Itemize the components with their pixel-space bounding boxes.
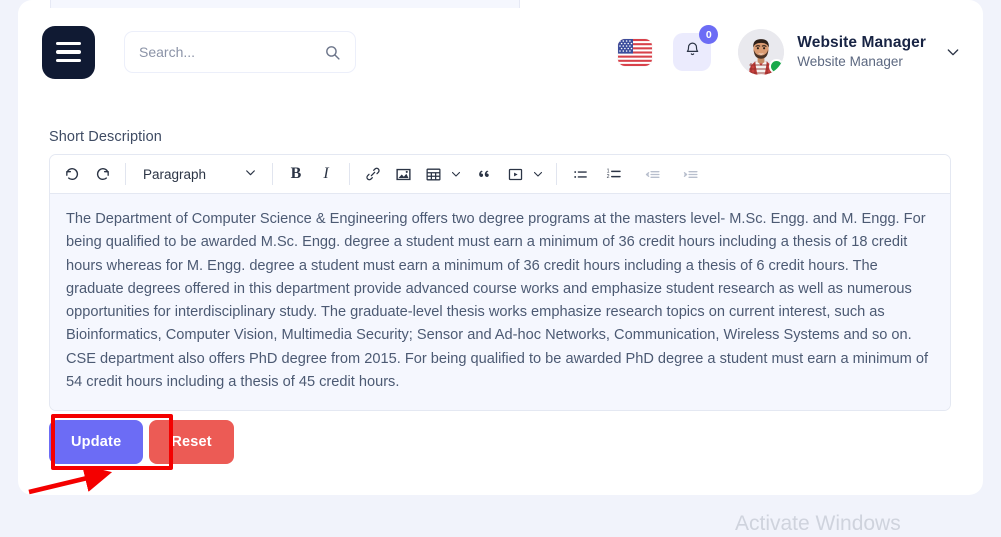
hamburger-menu-icon[interactable] bbox=[42, 25, 95, 79]
media-chevron-down-icon[interactable] bbox=[529, 160, 547, 188]
media-icon[interactable] bbox=[501, 160, 529, 188]
update-button[interactable]: Update bbox=[49, 420, 144, 464]
table-control bbox=[419, 160, 465, 188]
media-control bbox=[501, 160, 547, 188]
blockquote-icon[interactable] bbox=[471, 160, 499, 188]
toolbar-divider-1 bbox=[125, 163, 126, 185]
search-box[interactable] bbox=[124, 31, 356, 73]
increase-indent-icon[interactable] bbox=[676, 160, 704, 188]
editor-toolbar: Paragraph B I 1 2 bbox=[50, 155, 950, 194]
svg-text:2: 2 bbox=[607, 174, 610, 180]
user-profile-menu[interactable]: Website Manager Website Manager bbox=[738, 29, 961, 75]
search-icon[interactable] bbox=[324, 44, 341, 61]
online-status-dot bbox=[769, 59, 785, 74]
italic-icon[interactable]: I bbox=[312, 160, 340, 188]
short-description-editor: Paragraph B I 1 2 The Department of Comp… bbox=[49, 154, 951, 412]
table-icon[interactable] bbox=[419, 160, 447, 188]
activate-windows-watermark: Activate Windows bbox=[735, 512, 901, 535]
search-input[interactable] bbox=[139, 44, 324, 60]
bold-icon[interactable]: B bbox=[282, 160, 310, 188]
chevron-down-icon[interactable] bbox=[945, 44, 961, 60]
bold-glyph: B bbox=[290, 165, 302, 182]
editor-paragraph: The Department of Computer Science & Eng… bbox=[66, 211, 929, 391]
avatar bbox=[738, 29, 785, 75]
form-actions: Update Reset bbox=[49, 420, 234, 464]
block-format-select[interactable]: Paragraph bbox=[135, 160, 263, 188]
reset-button[interactable]: Reset bbox=[149, 420, 234, 464]
top-header-bar: 0 bbox=[18, 8, 983, 96]
undo-icon[interactable] bbox=[58, 160, 86, 188]
user-role: Website Manager bbox=[797, 54, 903, 70]
app-page: Short Description Paragraph B I 1 2 The … bbox=[0, 0, 1001, 537]
image-icon[interactable] bbox=[389, 160, 417, 188]
toolbar-divider-4 bbox=[556, 163, 557, 185]
notifications-button[interactable]: 0 bbox=[673, 25, 719, 71]
chevron-down-icon bbox=[244, 166, 257, 182]
user-name: Website Manager bbox=[797, 33, 926, 51]
us-flag-icon[interactable] bbox=[618, 38, 653, 66]
user-info: Website Manager Website Manager bbox=[797, 33, 926, 71]
numbered-list-icon[interactable]: 1 2 bbox=[600, 160, 628, 188]
bell-icon bbox=[684, 41, 701, 63]
block-format-value: Paragraph bbox=[143, 166, 207, 182]
link-icon[interactable] bbox=[359, 160, 387, 188]
italic-glyph: I bbox=[323, 165, 329, 182]
bulleted-list-icon[interactable] bbox=[566, 160, 594, 188]
editor-content-area[interactable]: The Department of Computer Science & Eng… bbox=[50, 194, 950, 411]
toolbar-divider-2 bbox=[272, 163, 273, 185]
annotation-arrow bbox=[28, 470, 113, 495]
table-chevron-down-icon[interactable] bbox=[447, 160, 465, 188]
header-right-cluster: 0 Website Manager Website Manager bbox=[618, 25, 961, 75]
toolbar-divider-3 bbox=[349, 163, 350, 185]
decrease-indent-icon[interactable] bbox=[638, 160, 666, 188]
redo-icon[interactable] bbox=[88, 160, 116, 188]
notification-count-badge: 0 bbox=[699, 25, 719, 44]
short-description-label: Short Description bbox=[49, 129, 162, 145]
